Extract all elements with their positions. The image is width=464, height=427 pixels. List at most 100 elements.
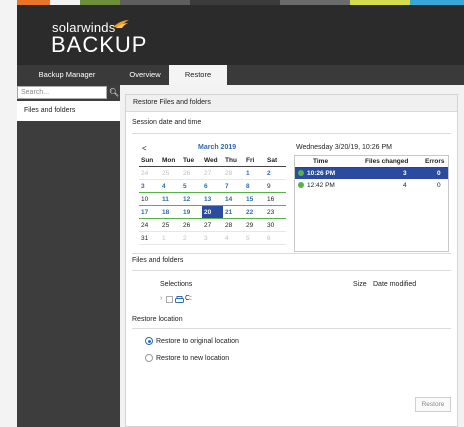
calendar-day[interactable]: 12: [181, 192, 202, 206]
calendar-day[interactable]: 26: [181, 166, 202, 180]
restore-panel: Restore Files and folders Session date a…: [125, 94, 458, 427]
tree-checkbox[interactable]: [166, 296, 173, 303]
calendar-day[interactable]: 24: [139, 166, 160, 180]
divider: [132, 133, 451, 134]
calendar-day[interactable]: 23: [265, 205, 286, 219]
status-dot-icon: [298, 182, 304, 188]
tab-overview[interactable]: Overview: [120, 65, 170, 85]
calendar-day[interactable]: 1: [160, 231, 181, 245]
app-header: solarwinds BACKUP: [17, 5, 464, 65]
calendar-day[interactable]: 10: [139, 192, 160, 206]
calendar-day[interactable]: 17: [139, 205, 160, 219]
col-date-modified: Date modified: [373, 281, 417, 288]
col-time: Time: [313, 158, 329, 165]
left-margin-strip: [0, 0, 17, 427]
label-original-location[interactable]: Restore to original location: [156, 338, 239, 345]
calendar-day[interactable]: 19: [181, 205, 202, 219]
col-errors: Errors: [425, 158, 445, 165]
col-files-changed: Files changed: [365, 158, 409, 165]
calendar-day[interactable]: 6: [202, 179, 223, 193]
calendar-prev-button[interactable]: <: [142, 144, 147, 153]
app-title: Backup Manager: [38, 70, 96, 79]
session-errors: 0: [437, 170, 441, 177]
calendar-day[interactable]: 9: [265, 179, 286, 193]
calendar-day[interactable]: 26: [181, 218, 202, 232]
calendar-day[interactable]: 5: [244, 231, 265, 245]
session-date-header: Wednesday 3/20/19, 10:26 PM: [296, 144, 392, 151]
tree-item-drive[interactable]: C:: [185, 295, 192, 302]
calendar-day[interactable]: 4: [160, 179, 181, 193]
calendar-day[interactable]: 21: [223, 205, 244, 219]
calendar-day[interactable]: 29: [244, 218, 265, 232]
calendar-day[interactable]: 14: [223, 192, 244, 206]
status-dot-icon: [298, 170, 304, 176]
calendar: Sun Mon Tue Wed Thu Fri Sat 24 25 26 27 28 1 2 3 4 5 6 7 8…: [139, 155, 286, 245]
calendar-day[interactable]: 2: [181, 231, 202, 245]
calendar-day[interactable]: 7: [223, 179, 244, 193]
calendar-day[interactable]: 13: [202, 192, 223, 206]
calendar-day[interactable]: 28: [223, 218, 244, 232]
calendar-day[interactable]: 16: [265, 192, 286, 206]
drive-icon: [175, 296, 184, 303]
calendar-day[interactable]: 6: [265, 231, 286, 245]
section-session-date: Session date and time: [132, 119, 202, 126]
solarwinds-flame-icon: [113, 20, 129, 28]
restore-button[interactable]: Restore: [415, 397, 451, 412]
radio-new-location[interactable]: [145, 354, 153, 362]
sessions-header: Time Files changed Errors: [295, 156, 448, 168]
tab-restore[interactable]: Restore: [169, 65, 227, 85]
calendar-day[interactable]: 3: [139, 179, 160, 193]
divider: [132, 270, 451, 271]
logo-backup-text: BACKUP: [51, 32, 148, 57]
calendar-day[interactable]: 15: [244, 192, 265, 206]
calendar-weekday: Tue: [181, 155, 202, 167]
calendar-day[interactable]: 25: [160, 166, 181, 180]
sessions-table: Time Files changed Errors 10:26 PM 3 0 1…: [294, 155, 449, 252]
divider: [132, 253, 451, 254]
calendar-weekday: Fri: [244, 155, 265, 167]
calendar-day[interactable]: 31: [139, 231, 160, 245]
calendar-day[interactable]: 1: [244, 166, 265, 180]
sidebar: [17, 85, 120, 427]
calendar-day[interactable]: 22: [244, 205, 265, 219]
search-input[interactable]: Search...: [17, 86, 107, 99]
session-files-changed: 4: [403, 182, 407, 189]
session-errors: 0: [437, 182, 441, 189]
calendar-day[interactable]: 5: [181, 179, 202, 193]
calendar-day[interactable]: 18: [160, 205, 181, 219]
session-time: 10:26 PM: [307, 170, 336, 177]
col-size: Size: [353, 281, 367, 288]
calendar-month-label: March 2019: [198, 144, 237, 151]
session-row[interactable]: 10:26 PM 3 0: [295, 168, 448, 179]
section-restore-location: Restore location: [132, 316, 183, 323]
panel-title: Restore Files and folders: [126, 95, 457, 112]
calendar-day[interactable]: 27: [202, 166, 223, 180]
calendar-day[interactable]: 30: [265, 218, 286, 232]
session-time: 12:42 PM: [307, 182, 335, 189]
calendar-weekday: Sun: [139, 155, 160, 167]
radio-original-location[interactable]: [145, 337, 153, 345]
divider: [132, 328, 451, 329]
calendar-day[interactable]: 28: [223, 166, 244, 180]
section-files-and-folders: Files and folders: [132, 257, 184, 264]
col-selections: Selections: [160, 281, 193, 288]
calendar-day[interactable]: 20: [202, 205, 223, 219]
calendar-day[interactable]: 11: [160, 192, 181, 206]
calendar-weekday: Thu: [223, 155, 244, 167]
calendar-day[interactable]: 24: [139, 218, 160, 232]
tree-expand-icon[interactable]: ›: [160, 295, 162, 302]
session-files-changed: 3: [403, 170, 407, 177]
calendar-day[interactable]: 8: [244, 179, 265, 193]
calendar-day[interactable]: 2: [265, 166, 286, 180]
calendar-day[interactable]: 4: [223, 231, 244, 245]
calendar-weekday: Mon: [160, 155, 181, 167]
calendar-weekday: Wed: [202, 155, 223, 167]
session-row[interactable]: 12:42 PM 4 0: [295, 180, 448, 191]
sidebar-item-files-and-folders[interactable]: Files and folders: [17, 101, 120, 121]
search-icon[interactable]: 🔍︎: [108, 86, 120, 99]
calendar-day[interactable]: 27: [202, 218, 223, 232]
calendar-day[interactable]: 3: [202, 231, 223, 245]
top-navbar: Backup Manager Overview Restore: [17, 65, 464, 85]
label-new-location[interactable]: Restore to new location: [156, 355, 229, 362]
calendar-day[interactable]: 25: [160, 218, 181, 232]
